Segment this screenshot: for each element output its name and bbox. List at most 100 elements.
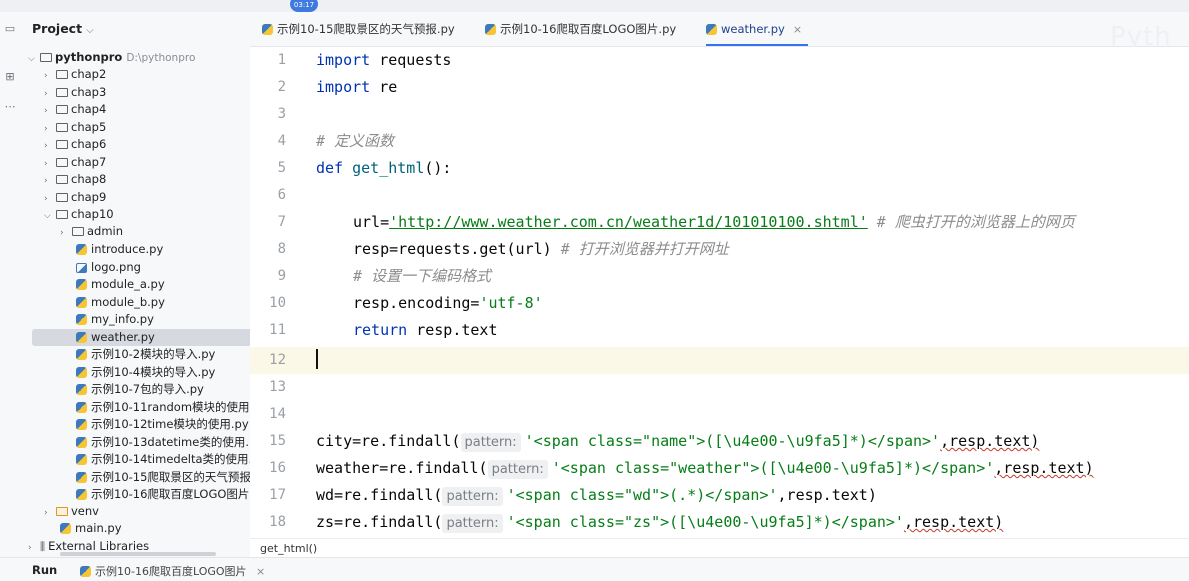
- chevron-right-icon[interactable]: ›: [44, 103, 56, 120]
- tree-folder-chap10[interactable]: ⌵ chap10: [22, 206, 250, 223]
- tree-file[interactable]: logo.png: [22, 259, 250, 276]
- tree-file[interactable]: 示例10-7包的导入.py: [22, 381, 250, 398]
- file-label: module_a.py: [91, 277, 165, 291]
- file-label: 示例10-2模块的导入.py: [91, 347, 216, 361]
- parameter-hint: pattern:: [460, 433, 521, 452]
- code-line-10: resp.encoding='utf-8': [250, 290, 1189, 317]
- close-icon[interactable]: ×: [256, 565, 265, 578]
- run-tool-button[interactable]: Run: [32, 563, 57, 577]
- tree-folder-venv[interactable]: › venv: [22, 503, 250, 520]
- line-number: 3: [277, 106, 286, 122]
- tree-folder-chap7[interactable]: › chap7: [22, 154, 250, 173]
- folder-icon: [40, 53, 52, 62]
- tree-file[interactable]: my_info.py: [22, 311, 250, 328]
- chevron-right-icon[interactable]: ›: [44, 121, 56, 138]
- tree-root[interactable]: ⌵ pythonpro D:\pythonpro: [22, 49, 250, 66]
- code-text: requests: [370, 51, 452, 69]
- tree-folder-chap4[interactable]: › chap4: [22, 101, 250, 120]
- file-label: weather.py: [91, 329, 155, 344]
- folder-label: chap4: [71, 102, 107, 116]
- tree-folder-admin[interactable]: › admin: [22, 223, 250, 242]
- tree-file[interactable]: 示例10-2模块的导入.py: [22, 346, 250, 363]
- code-line-1: import requests: [250, 47, 1189, 74]
- line-number: 14: [269, 406, 286, 422]
- project-horizontal-scrollbar[interactable]: [60, 552, 216, 556]
- structure-tool-icon[interactable]: ⊞: [2, 70, 18, 84]
- chevron-right-icon[interactable]: ›: [44, 68, 56, 85]
- code-line-15: city=re.findall(pattern: '<span class="na…: [250, 428, 1189, 455]
- code-text: ():: [424, 159, 452, 177]
- breadcrumb[interactable]: get_html(): [250, 538, 1189, 558]
- code-line-11: return resp.text: [250, 317, 1189, 344]
- tree-file[interactable]: 示例10-14timedelta类的使用.py: [22, 451, 250, 468]
- code-editor[interactable]: 1 2 3 4 5 6 7 8 9 10 11 12 13 14 15 16 17 18 import reque…: [250, 47, 1189, 538]
- folder-icon: [56, 87, 68, 97]
- tree-file[interactable]: 示例10-13datetime类的使用.py: [22, 434, 250, 451]
- tree-file[interactable]: 示例10-11random模块的使用.py: [22, 399, 250, 416]
- string: '<span class="weather">([\u4e00-\u9fa5]*…: [551, 459, 995, 477]
- chevron-right-icon[interactable]: ›: [60, 225, 72, 242]
- folder-label: chap7: [71, 154, 107, 169]
- project-panel-header[interactable]: Project ⌵: [22, 12, 250, 46]
- python-file-icon: [76, 366, 87, 378]
- function-name: get_html: [352, 159, 425, 177]
- tree-file[interactable]: weather.py: [32, 328, 250, 346]
- tree-folder-chap5[interactable]: › chap5: [22, 119, 250, 138]
- python-file-icon: [706, 24, 717, 35]
- code-line-18: zs=re.findall(pattern: '<span class="zs">…: [250, 509, 1189, 536]
- tree-file[interactable]: 示例10-12time模块的使用.py: [22, 416, 250, 433]
- project-tool-icon[interactable]: ▭: [2, 22, 18, 36]
- chevron-right-icon[interactable]: ›: [44, 138, 56, 155]
- breadcrumb-item[interactable]: get_html(): [260, 542, 317, 555]
- tree-folder-chap3[interactable]: › chap3: [22, 84, 250, 103]
- time-badge: 03:17: [290, 0, 318, 12]
- line-number: 13: [269, 379, 286, 395]
- tree-file[interactable]: 示例10-4模块的导入.py: [22, 364, 250, 381]
- chevron-right-icon[interactable]: ›: [44, 191, 56, 208]
- code-text: ,resp.text): [903, 513, 1004, 531]
- tree-file[interactable]: 示例10-15爬取景区的天气预报.py: [22, 469, 250, 486]
- folder-icon: [56, 140, 68, 149]
- code-text: city=re.findall(: [316, 432, 461, 450]
- left-tool-strip: ▭ ⊞ ⋯: [0, 12, 23, 580]
- tree-folder-chap8[interactable]: › chap8: [22, 171, 250, 190]
- code-text: ,resp.text): [777, 486, 877, 504]
- folder-icon: [72, 227, 84, 236]
- folder-icon: [56, 507, 68, 516]
- tree-folder-chap2[interactable]: › chap2: [22, 66, 250, 85]
- folder-icon: [56, 210, 68, 219]
- tab-weather-py[interactable]: weather.py ×: [706, 12, 809, 46]
- chevron-right-icon[interactable]: ›: [44, 86, 56, 103]
- file-label: 示例10-12time模块的使用.py: [91, 417, 249, 431]
- code-line-17: wd=re.findall(pattern: '<span class="wd">…: [250, 482, 1189, 509]
- python-file-icon: [76, 314, 87, 325]
- chevron-right-icon[interactable]: ›: [44, 156, 56, 173]
- string: '<span class="zs">([\u4e00-\u9fa5]*)</sp…: [506, 513, 904, 531]
- tree-file[interactable]: module_b.py: [22, 294, 250, 311]
- run-config-tab[interactable]: 示例10-16爬取百度LOGO图片 ×: [80, 563, 265, 579]
- parameter-hint: pattern:: [442, 487, 503, 506]
- tree-file[interactable]: module_a.py: [22, 276, 250, 293]
- code-text: ,resp.text): [940, 432, 1040, 450]
- chevron-right-icon[interactable]: ›: [44, 173, 56, 190]
- tree-file[interactable]: 示例10-16爬取百度LOGO图片.py: [22, 486, 251, 503]
- tree-file-main[interactable]: main.py: [22, 520, 250, 537]
- root-path: D:\pythonpro: [126, 52, 196, 64]
- code-text: url=: [353, 213, 390, 231]
- keyword: import: [316, 51, 371, 69]
- tree-folder-chap9[interactable]: › chap9: [22, 189, 250, 208]
- tab-weather-forecast[interactable]: 示例10-15爬取景区的天气预报.py: [262, 12, 455, 46]
- code-text: resp.text: [407, 321, 498, 339]
- tab-baidu-logo[interactable]: 示例10-16爬取百度LOGO图片.py: [485, 12, 676, 46]
- tree-file[interactable]: introduce.py: [22, 241, 250, 258]
- python-file-icon: [262, 24, 273, 35]
- tree-folder-chap6[interactable]: › chap6: [22, 136, 250, 155]
- comment: # 爬虫打开的浏览器上的网页: [867, 213, 1075, 231]
- parameter-hint: pattern:: [442, 514, 503, 533]
- chevron-down-icon: ⌵: [86, 25, 94, 36]
- python-file-icon: [76, 489, 87, 500]
- more-tools-icon[interactable]: ⋯: [2, 100, 18, 114]
- file-label: 示例10-16爬取百度LOGO图片.py: [91, 487, 251, 501]
- chevron-right-icon[interactable]: ›: [28, 540, 40, 557]
- close-icon[interactable]: ×: [793, 23, 802, 36]
